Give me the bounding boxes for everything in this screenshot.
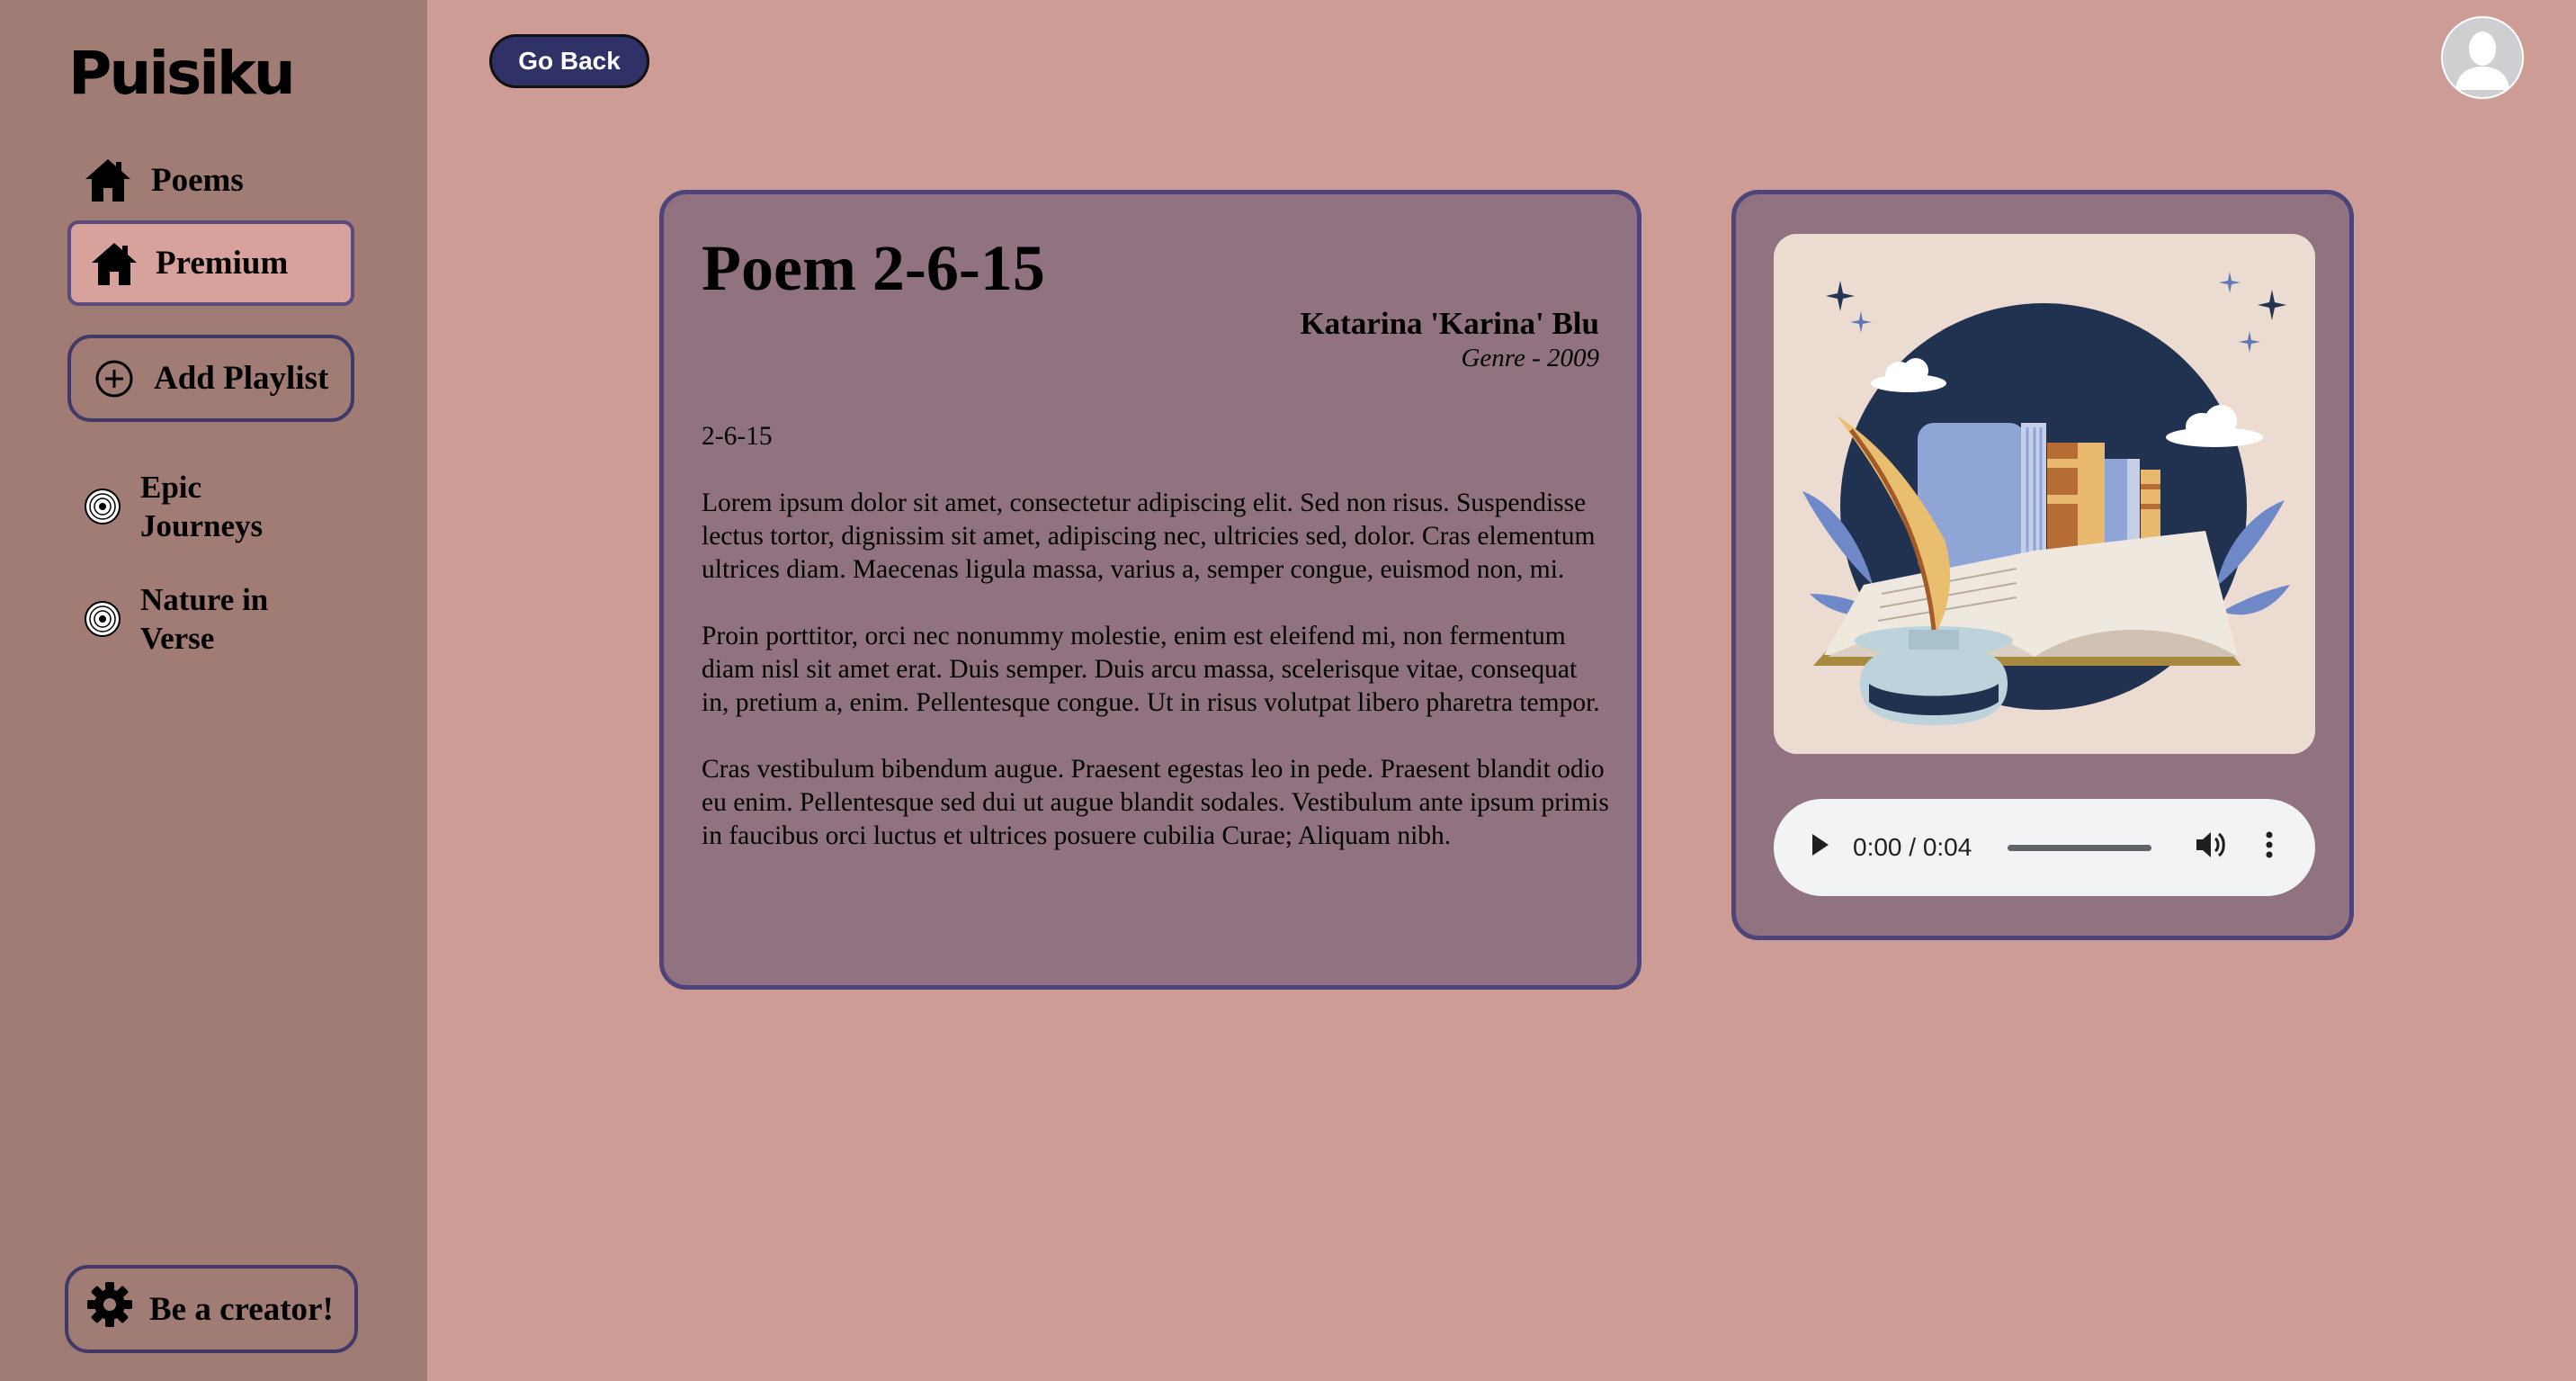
- poem-paragraph: Cras vestibulum bibendum augue. Praesent…: [702, 755, 1609, 850]
- home-icon: [91, 241, 138, 286]
- plus-circle-icon: [94, 359, 134, 399]
- volume-icon[interactable]: [2195, 829, 2227, 866]
- add-playlist-button[interactable]: Add Playlist: [67, 335, 354, 422]
- go-back-button[interactable]: Go Back: [489, 34, 649, 88]
- playlist-label: Epic Journeys: [140, 470, 264, 543]
- be-a-creator-label: Be a creator!: [149, 1290, 334, 1328]
- gear-icon: [86, 1281, 133, 1337]
- sidebar-item-label: Poems: [151, 161, 244, 199]
- sidebar: Puisiku Poems Premium Add Playlist Epic …: [0, 0, 427, 1381]
- playlist-item-nature-in-verse[interactable]: Nature in Verse: [85, 580, 293, 658]
- playlist-label: Nature in Verse: [140, 582, 269, 656]
- book-quill-illustration: [1774, 234, 2315, 754]
- poem-body: 2-6-15 Lorem ipsum dolor sit amet, conse…: [702, 420, 1610, 886]
- vinyl-disc-icon: [85, 601, 121, 637]
- poem-genre: Genre - 2009: [1461, 344, 1599, 372]
- poem-paragraph: 2-6-15: [702, 422, 773, 451]
- media-card: 0:00 / 0:04: [1731, 190, 2354, 940]
- poem-paragraph: Proin porttitor, orci nec nonummy molest…: [702, 622, 1600, 717]
- poem-title: Poem 2-6-15: [702, 232, 1045, 304]
- sidebar-item-poems[interactable]: Poems: [85, 153, 244, 207]
- playlist-item-epic-journeys[interactable]: Epic Journeys: [85, 468, 293, 545]
- audio-player[interactable]: 0:00 / 0:04: [1774, 799, 2315, 896]
- audio-time: 0:00 / 0:04: [1853, 833, 1972, 861]
- sidebar-item-label: Premium: [156, 245, 289, 282]
- vinyl-disc-icon: [85, 489, 121, 525]
- more-vert-icon[interactable]: [2265, 830, 2274, 865]
- poem-author: Katarina 'Karina' Blu: [1300, 306, 1599, 341]
- home-icon: [85, 157, 131, 202]
- poem-paragraph: Lorem ipsum dolor sit amet, consectetur …: [702, 489, 1596, 584]
- user-avatar-icon[interactable]: [2441, 16, 2524, 99]
- poem-card: Poem 2-6-15 Katarina 'Karina' Blu Genre …: [659, 190, 1641, 990]
- play-icon[interactable]: [1810, 832, 1831, 864]
- add-playlist-label: Add Playlist: [154, 360, 329, 397]
- sidebar-item-premium[interactable]: Premium: [67, 220, 354, 306]
- audio-progress-slider[interactable]: [2008, 844, 2152, 851]
- be-a-creator-button[interactable]: Be a creator!: [65, 1265, 358, 1353]
- brand-logo[interactable]: Puisiku: [68, 38, 296, 110]
